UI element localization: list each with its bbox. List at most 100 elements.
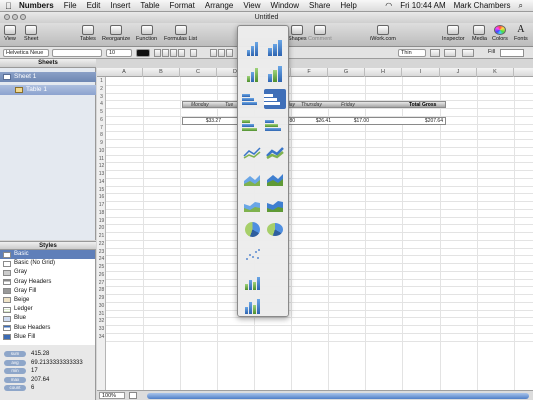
row-header[interactable]: 21	[97, 233, 106, 239]
column-header-h[interactable]: H	[365, 68, 402, 77]
table-row[interactable]: $33.27 80 $26.41 $17.00 $207.64	[182, 117, 446, 125]
row-header[interactable]: 20	[97, 225, 106, 231]
style-ledger[interactable]: Ledger	[0, 305, 95, 314]
style-gray[interactable]: Gray	[0, 268, 95, 277]
style-basic-no-grid[interactable]: Basic (No Grid)	[0, 259, 95, 268]
column-header-b[interactable]: B	[143, 68, 180, 77]
apple-menu-icon[interactable]: 	[0, 1, 14, 11]
row-header[interactable]: 3	[97, 94, 106, 100]
row-header[interactable]: 2	[97, 86, 106, 92]
row-header[interactable]: 6	[97, 117, 106, 123]
row-header[interactable]: 12	[97, 163, 106, 169]
menu-help[interactable]: Help	[335, 1, 361, 10]
style-blue[interactable]: Blue	[0, 314, 95, 323]
cell-thursday[interactable]: $26.41	[303, 118, 331, 125]
chart-column-3d-icon[interactable]	[265, 38, 285, 56]
align-top-button[interactable]	[210, 49, 217, 57]
chart-area-3d-icon[interactable]	[265, 168, 285, 186]
table-grid-button[interactable]	[462, 49, 474, 57]
align-middle-button[interactable]	[218, 49, 225, 57]
row-header[interactable]: 13	[97, 171, 106, 177]
close-window-icon[interactable]	[4, 14, 10, 20]
row-header[interactable]: 17	[97, 202, 106, 208]
align-right-button[interactable]	[170, 49, 177, 57]
chart-mixed-icon[interactable]	[242, 272, 262, 290]
scrollbar-thumb[interactable]	[147, 393, 529, 399]
sheet-button[interactable]: Sheet	[24, 25, 38, 42]
chart-area-icon[interactable]	[242, 168, 262, 186]
view-button[interactable]: View	[4, 25, 16, 42]
media-button[interactable]: Media	[472, 25, 487, 42]
line-style-select[interactable]: Thin	[398, 49, 426, 57]
page-view-icon[interactable]	[129, 392, 137, 399]
style-beige[interactable]: Beige	[0, 296, 95, 305]
row-header[interactable]: 22	[97, 241, 106, 247]
style-gray-fill[interactable]: Gray Fill	[0, 287, 95, 296]
horizontal-scrollbar[interactable]: 100%	[97, 390, 533, 400]
wifi-icon[interactable]: ◠	[381, 1, 396, 10]
column-header-j[interactable]: J	[440, 68, 477, 77]
cell-total-gross[interactable]: $207.64	[413, 118, 443, 125]
font-family-select[interactable]: Helvetica Neue	[3, 49, 49, 57]
menu-table[interactable]: Table	[135, 1, 164, 10]
app-menu[interactable]: Numbers	[14, 1, 59, 10]
row-header[interactable]: 14	[97, 179, 106, 185]
align-center-button[interactable]	[162, 49, 169, 57]
align-bottom-button[interactable]	[226, 49, 233, 57]
column-header-g[interactable]: G	[328, 68, 365, 77]
inspector-button[interactable]: Inspector	[442, 25, 465, 42]
tables-button[interactable]: Tables	[80, 25, 96, 42]
chart-scatter-icon[interactable]	[242, 246, 262, 264]
chart-line-3d-icon[interactable]	[265, 142, 285, 160]
chart-pie-3d-icon[interactable]	[265, 220, 285, 238]
menu-window[interactable]: Window	[266, 1, 304, 10]
minimize-window-icon[interactable]	[12, 14, 18, 20]
column-header-i[interactable]: I	[402, 68, 440, 77]
cell-friday[interactable]: $17.00	[341, 118, 369, 125]
chart-two-axis-icon[interactable]	[242, 296, 262, 314]
menu-file[interactable]: File	[59, 1, 82, 10]
comment-button[interactable]: Comment	[308, 25, 332, 42]
row-header[interactable]: 28	[97, 287, 106, 293]
row-header[interactable]: 7	[97, 125, 106, 131]
row-header[interactable]: 8	[97, 132, 106, 138]
row-header[interactable]: 16	[97, 194, 106, 200]
row-header[interactable]: 9	[97, 140, 106, 146]
row-header[interactable]: 23	[97, 249, 106, 255]
justify-button[interactable]	[178, 49, 185, 57]
menu-arrange[interactable]: Arrange	[200, 1, 238, 10]
font-style-select[interactable]	[52, 49, 102, 57]
style-blue-headers[interactable]: Blue Headers	[0, 324, 95, 333]
row-header[interactable]: 4	[97, 101, 106, 107]
row-header[interactable]: 31	[97, 311, 106, 317]
row-header[interactable]: 15	[97, 187, 106, 193]
align-left-button[interactable]	[154, 49, 161, 57]
menu-share[interactable]: Share	[304, 1, 335, 10]
text-color-well[interactable]	[136, 49, 150, 57]
row-header[interactable]: 19	[97, 218, 106, 224]
chart-bar-3d-icon[interactable]	[264, 89, 286, 109]
clock[interactable]: Fri 10:44 AM	[396, 1, 449, 10]
chart-stacked-column-icon[interactable]	[242, 64, 262, 82]
row-header[interactable]: 26	[97, 272, 106, 278]
chart-stacked-area-3d-icon[interactable]	[265, 194, 285, 212]
menu-view[interactable]: View	[238, 1, 265, 10]
style-blue-fill[interactable]: Blue Fill	[0, 333, 95, 342]
column-header-c[interactable]: C	[180, 68, 217, 77]
colors-button[interactable]: Colors	[492, 25, 508, 42]
chart-pie-icon[interactable]	[242, 220, 262, 238]
fonts-button[interactable]: A Fonts	[514, 25, 528, 43]
column-header-a[interactable]: A	[106, 68, 143, 77]
wrap-text-button[interactable]	[190, 49, 197, 57]
formulas-list-button[interactable]: Formulas List	[164, 25, 197, 42]
cell-monday[interactable]: $33.27	[193, 118, 221, 125]
reorganize-button[interactable]: Reorganize	[102, 25, 130, 42]
row-header[interactable]: 24	[97, 256, 106, 262]
row-header[interactable]: 25	[97, 264, 106, 270]
chart-stacked-bar-icon[interactable]	[242, 116, 262, 134]
table-item-1[interactable]: Table 1	[0, 85, 96, 95]
line-size-select[interactable]	[430, 49, 440, 57]
row-header[interactable]: 5	[97, 109, 106, 115]
zoom-select[interactable]: 100%	[99, 392, 125, 399]
column-header-k[interactable]: K	[477, 68, 514, 77]
